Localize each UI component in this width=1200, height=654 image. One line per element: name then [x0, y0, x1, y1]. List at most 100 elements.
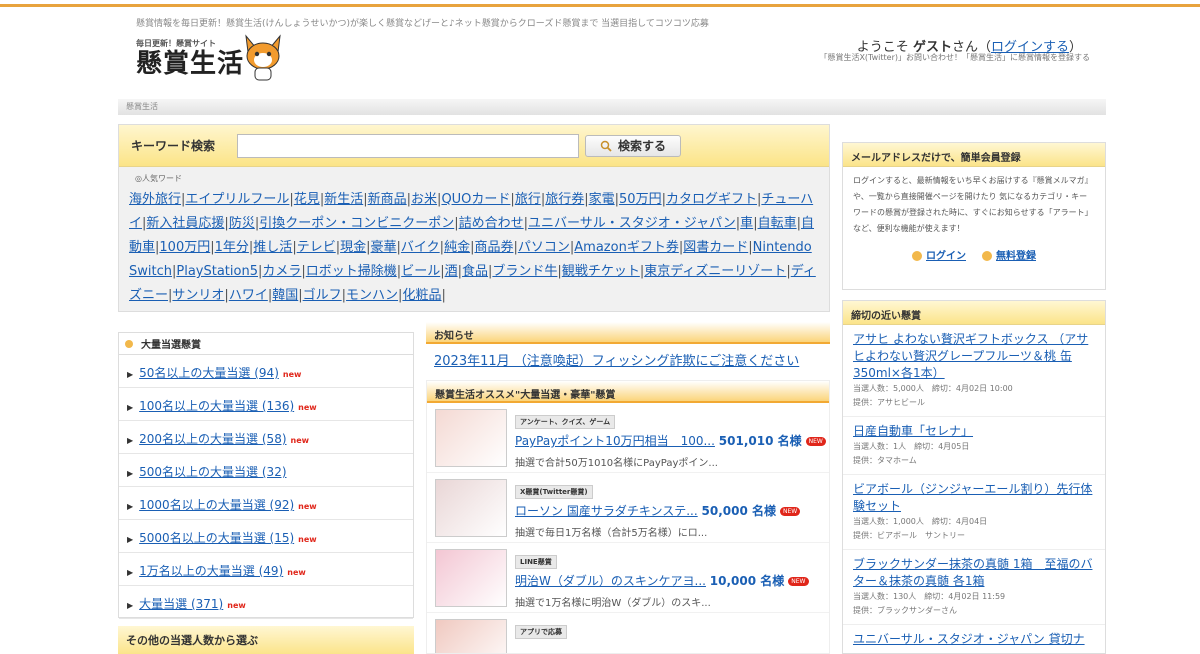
recommend-item-link[interactable]: ローソン 国産サラダチキンステ... — [515, 504, 698, 518]
bulk-list-item[interactable]: ▶ 50名以上の大量当選 (94) new — [119, 355, 413, 388]
bulk-list-item[interactable]: ▶ 5000名以上の大量当選 (15) new — [119, 520, 413, 553]
keyword-link[interactable]: お米 — [411, 192, 437, 207]
keyword-link[interactable]: 詰め合わせ — [459, 216, 524, 231]
bulk-list-item[interactable]: ▶ 大量当選 (371) new — [119, 586, 413, 619]
bulk-link[interactable]: 5000名以上の大量当選 (15) — [139, 531, 294, 545]
keyword-link[interactable]: 新商品 — [368, 192, 407, 207]
prize-thumbnail[interactable] — [435, 479, 507, 537]
keyword-link[interactable]: 1年分 — [215, 240, 249, 255]
keyword-link[interactable]: ユニバーサル・スタジオ・ジャパン — [528, 216, 736, 231]
new-badge: NEW — [805, 437, 826, 446]
keyword-link[interactable]: 韓国 — [272, 288, 298, 303]
keyword-link[interactable]: ゴルフ — [303, 288, 342, 303]
deadline-item-meta: 当選人数：1人 締切：4月05日 — [853, 442, 970, 451]
prize-thumbnail[interactable] — [435, 409, 507, 467]
bulk-list-item[interactable]: ▶ 500名以上の大量当選 (32) — [119, 454, 413, 487]
recommend-item-link[interactable]: PayPayポイント10万円相当 100... — [515, 434, 715, 448]
keyword-link[interactable]: QUOカード — [441, 192, 510, 207]
keyword-link[interactable]: 豪華 — [371, 240, 397, 255]
bulk-list-item[interactable]: ▶ 200名以上の大量当選 (58) new — [119, 421, 413, 454]
deadline-item-title[interactable]: ユニバーサル・スタジオ・ジャパン 貸切ナ — [853, 631, 1095, 648]
keyword-link[interactable]: 50万円 — [619, 192, 662, 207]
bulk-link[interactable]: 100名以上の大量当選 (136) — [139, 399, 294, 413]
recommend-item-desc: 抽選で1万名様に明治W（ダブル）のスキ... — [515, 598, 711, 609]
bulk-link[interactable]: 1000名以上の大量当選 (92) — [139, 498, 294, 512]
bulk-panel-title: 大量当選懸賞 — [141, 340, 201, 351]
keyword-link[interactable]: 新入社員応援 — [146, 216, 224, 231]
keyword-link[interactable]: ロボット掃除機 — [306, 264, 397, 279]
keyword-link[interactable]: PlayStation5 — [176, 264, 258, 279]
keyword-link[interactable]: 花見 — [294, 192, 320, 207]
keyword-link[interactable]: 100万円 — [159, 240, 210, 255]
keyword-link[interactable]: 家電 — [589, 192, 615, 207]
keyword-link[interactable]: Amazonギフト券 — [574, 240, 679, 255]
keyword-link[interactable]: 東京ディズニーリゾート — [644, 264, 786, 279]
header-sublinks[interactable]: 「懸賞生活X(Twitter)」お問い合わせ！「懸賞生活」に懸賞情報を登録する — [819, 52, 1090, 63]
keyword-link[interactable]: 新生活 — [324, 192, 363, 207]
new-badge: NEW — [788, 577, 809, 586]
recommend-item-desc: 抽選で合計50万1010名様にPayPayポイン... — [515, 458, 718, 469]
keyword-link[interactable]: 推し活 — [253, 240, 292, 255]
deadline-item-title[interactable]: アサヒ よわない贅沢ギフトボックス （アサヒよわない贅沢グレープフルーツ＆桃 缶… — [853, 331, 1095, 382]
keyword-link[interactable]: パソコン — [518, 240, 570, 255]
keyword-link[interactable]: 化粧品 — [402, 288, 441, 303]
keyword-link[interactable]: 旅行 — [515, 192, 541, 207]
breadcrumb[interactable]: 懸賞生活 — [118, 99, 1106, 115]
keyword-link[interactable]: 防災 — [229, 216, 255, 231]
news-title: お知らせ — [426, 322, 830, 344]
bulk-link[interactable]: 大量当選 (371) — [139, 597, 223, 611]
keyword-link[interactable]: 観戦チケット — [562, 264, 640, 279]
keyword-link[interactable]: 車 — [740, 216, 753, 231]
keyword-link[interactable]: 現金 — [340, 240, 366, 255]
new-badge: new — [282, 370, 302, 379]
keyword-link[interactable]: バイク — [401, 240, 440, 255]
keyword-link[interactable]: ビール — [401, 264, 440, 279]
category-badge: LINE懸賞 — [515, 555, 557, 569]
keyword-link[interactable]: エイプリルフール — [185, 192, 289, 207]
recommend-item-link[interactable]: 明治W（ダブル）のスキンケアヨ... — [515, 574, 706, 588]
keyword-link[interactable]: ブランド牛 — [492, 264, 557, 279]
keyword-link[interactable]: 海外旅行 — [129, 192, 181, 207]
bulk-link[interactable]: 1万名以上の大量当選 (49) — [139, 564, 283, 578]
keyword-link[interactable]: サンリオ — [172, 288, 224, 303]
recommend-item-title[interactable]: PayPayポイント10万円相当 100... 501,010 名様 NEW — [515, 432, 826, 449]
search-input[interactable] — [237, 133, 579, 158]
prize-thumbnail[interactable] — [435, 619, 507, 653]
keyword-link[interactable]: 食品 — [462, 264, 488, 279]
keyword-link[interactable]: モンハン — [346, 288, 398, 303]
bulk-link[interactable]: 500名以上の大量当選 (32) — [139, 465, 286, 479]
news-link[interactable]: 2023年11月 （注意喚起）フィッシング詐欺にご注意ください — [434, 354, 799, 369]
keyword-link[interactable]: 商品券 — [474, 240, 513, 255]
prize-thumbnail[interactable] — [435, 549, 507, 607]
keyword-link[interactable]: ハワイ — [229, 288, 268, 303]
cat-mascot-icon — [245, 34, 281, 81]
keyword-link[interactable]: 純金 — [444, 240, 470, 255]
keyword-link[interactable]: 酒 — [445, 264, 458, 279]
deadline-item-meta: 当選人数：5,000人 締切：4月02日 10:00 — [853, 384, 1013, 393]
bulk-list-item[interactable]: ▶ 1000名以上の大量当選 (92) new — [119, 487, 413, 520]
recommend-item-title[interactable]: 明治W（ダブル）のスキンケアヨ... 10,000 名様 NEW — [515, 572, 821, 589]
bulk-list-item[interactable]: ▶ 1万名以上の大量当選 (49) new — [119, 553, 413, 586]
site-logo[interactable]: 毎日更新！懸賞サイト 懸賞生活 — [136, 34, 296, 88]
recommend-item-title[interactable]: ローソン 国産サラダチキンステ... 50,000 名様 NEW — [515, 502, 821, 519]
deadline-item-title[interactable]: ビアボール（ジンジャーエール割り）先行体験セット — [853, 481, 1095, 515]
deadline-panel-title: 締切の近い懸賞 — [843, 301, 1105, 325]
keyword-link[interactable]: カメラ — [262, 264, 301, 279]
keyword-link[interactable]: テレビ — [297, 240, 336, 255]
bulk-link[interactable]: 200名以上の大量当選 (58) — [139, 432, 286, 446]
bulk-link[interactable]: 50名以上の大量当選 (94) — [139, 366, 279, 380]
category-badge: アンケート、クイズ、ゲーム — [515, 415, 616, 429]
keyword-link[interactable]: 引換クーポン・コンビニクーポン — [259, 216, 454, 231]
new-badge: NEW — [780, 507, 801, 516]
deadline-item-title[interactable]: 日産自動車「セレナ」 — [853, 423, 1095, 440]
free-register-link[interactable]: 無料登録 — [982, 247, 1036, 262]
member-login-link[interactable]: ログイン — [912, 247, 966, 262]
category-badge: アプリで応募 — [515, 625, 567, 639]
deadline-item-title[interactable]: ブラックサンダー抹茶の真髄 1箱 至福のバター＆抹茶の真髄 各1箱 — [853, 556, 1095, 590]
keyword-link[interactable]: 自転車 — [758, 216, 797, 231]
search-button[interactable]: 検索する — [585, 134, 681, 157]
keyword-link[interactable]: 旅行券 — [545, 192, 584, 207]
bulk-list-item[interactable]: ▶ 100名以上の大量当選 (136) new — [119, 388, 413, 421]
keyword-link[interactable]: カタログギフト — [666, 192, 757, 207]
keyword-link[interactable]: 図書カード — [683, 240, 748, 255]
